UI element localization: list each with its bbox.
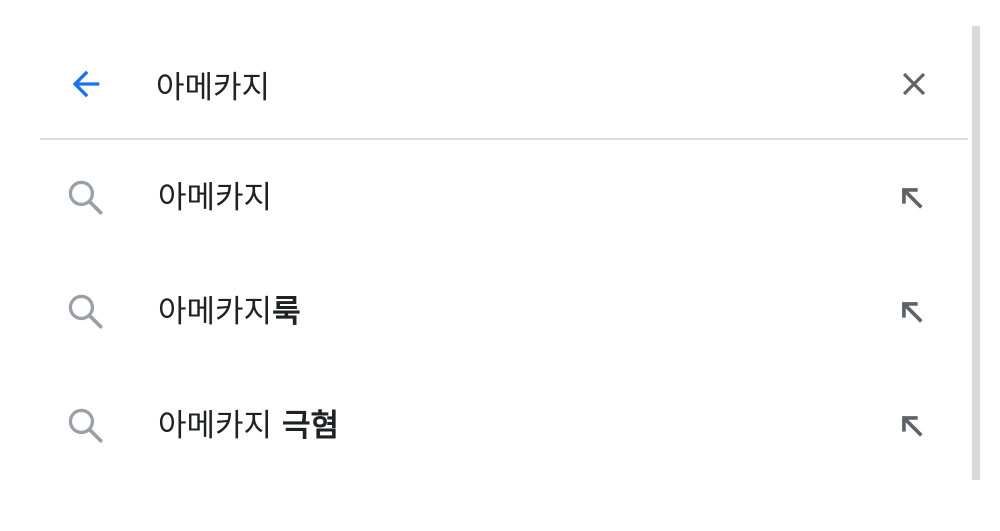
search-icon [62,174,110,222]
suggestion-item[interactable]: 아메카지룩 [0,254,970,368]
suggestion-text: 아메카지룩 [158,290,301,334]
suggestion-prefix: 아메카지 [158,408,282,444]
suggestion-item[interactable]: 아메카지 [0,140,970,254]
arrow-up-left-icon [902,188,923,209]
suggestion-completion: 극혐 [281,408,339,444]
back-button[interactable] [58,56,114,112]
search-icon [62,288,110,336]
suggestion-prefix: 아메카지 [158,294,273,330]
arrow-back-icon [72,70,100,98]
suggestion-prefix: 아메카지 [158,180,273,216]
search-page: 아메카지 아메카지룩 [0,0,1000,531]
arrow-up-left-icon [902,302,923,323]
fill-query-button[interactable] [884,398,940,454]
search-icon [62,402,110,450]
suggestion-completion: 룩 [272,294,301,330]
suggestion-list: 아메카지 아메카지룩 아메카지 극혐 [0,140,970,482]
search-input[interactable] [156,58,836,110]
close-icon [902,72,926,96]
scrollbar[interactable] [972,26,980,480]
arrow-up-left-icon [902,416,923,437]
fill-query-button[interactable] [884,284,940,340]
suggestion-item[interactable]: 아메카지 극혐 [0,368,970,482]
fill-query-button[interactable] [884,170,940,226]
suggestion-text: 아메카지 [158,176,272,220]
clear-button[interactable] [886,56,942,112]
search-bar [0,0,970,138]
suggestion-text: 아메카지 극혐 [158,404,339,448]
